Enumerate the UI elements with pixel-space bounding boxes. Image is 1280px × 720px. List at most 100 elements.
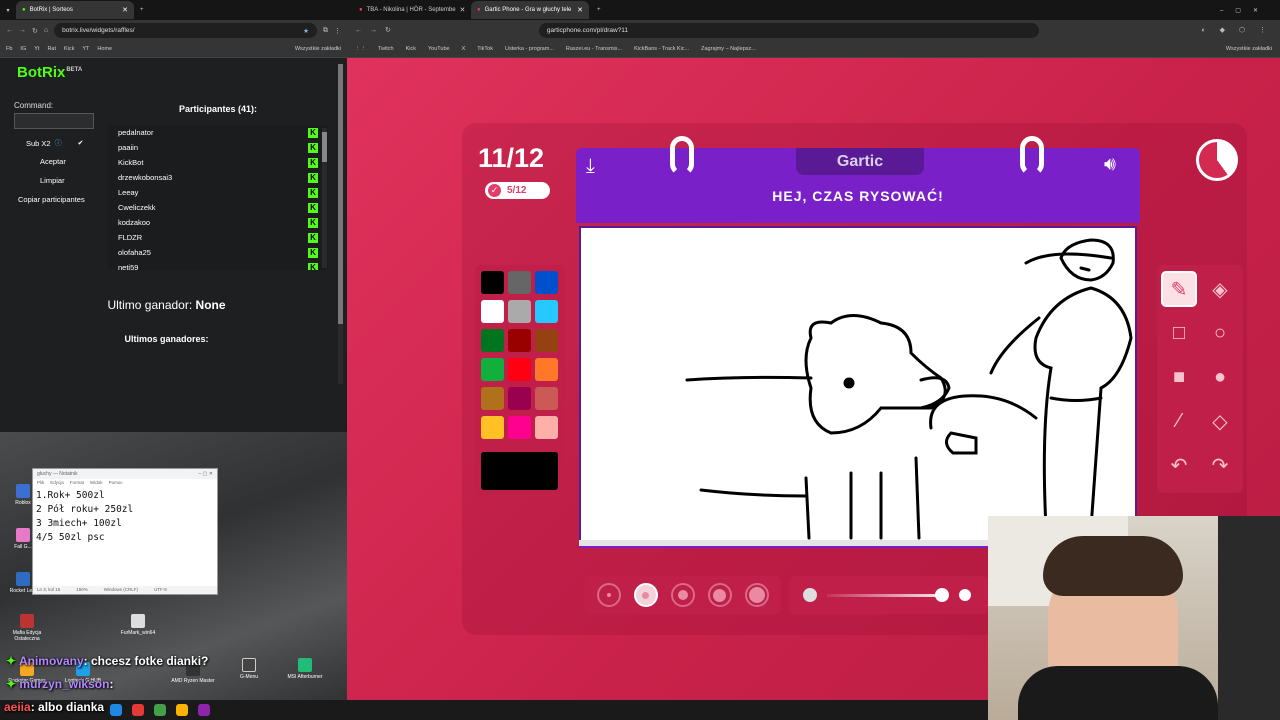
notepad-window-controls[interactable]: – ▢ ✕ [199, 471, 213, 477]
volume-icon[interactable]: 🔊︎ [1104, 154, 1116, 176]
stroke-size-option[interactable] [744, 583, 769, 607]
color-swatch[interactable] [535, 358, 558, 381]
bookmark-star-icon[interactable]: ★ [303, 27, 309, 35]
color-swatch[interactable] [535, 271, 558, 294]
back-icon[interactable]: ← [355, 27, 362, 34]
sub-x2-checkbox[interactable]: ✔ [78, 139, 84, 147]
notepad-text[interactable]: 1.Rok+ 500zl 2 Pół roku+ 250zl 3 3miech+… [33, 487, 217, 547]
close-tab-icon[interactable]: ✕ [460, 6, 466, 14]
color-swatch[interactable] [481, 271, 504, 294]
bookmark-yt2[interactable]: YT [82, 46, 89, 52]
extension-icons[interactable]: ◐ ◆ ⬡ ⋮ [1201, 26, 1272, 34]
widget-scrollbar[interactable] [338, 64, 343, 384]
forward-icon[interactable]: → [370, 27, 377, 34]
rect-outline-icon[interactable]: □ [1161, 315, 1197, 351]
desktop-icon-fallguys[interactable]: Fall G... [0, 528, 46, 550]
participants-list[interactable]: pedalnator Kpaaiin K KickBot Kdrzewkobonsai3… [108, 125, 328, 270]
eraser-icon[interactable]: ◈ [1202, 271, 1238, 307]
copy-participants-button[interactable]: Copiar participantes [18, 195, 85, 204]
bookmark-youtube[interactable]: YouTube [428, 46, 450, 52]
bookmark-ig[interactable]: IG [20, 46, 26, 52]
tab-music[interactable]: ● TBA - Nikolina | HÖR - Septembe ✕ [353, 1, 471, 19]
left-url-bar[interactable]: botrix.live/widgets/raffles/ ★ [54, 23, 317, 38]
bookmark-usterka[interactable]: Usterka - program... [505, 46, 554, 52]
opacity-thumb[interactable] [957, 587, 973, 603]
color-swatch[interactable] [481, 329, 504, 352]
command-input[interactable] [14, 113, 94, 129]
stroke-size-option[interactable] [596, 583, 621, 607]
bookmark-twitch[interactable]: Twitch [378, 46, 394, 52]
color-swatch[interactable] [481, 416, 504, 439]
color-swatch[interactable] [508, 358, 531, 381]
bookmark-x[interactable]: X [462, 46, 466, 52]
opacity-slider[interactable] [789, 576, 989, 614]
color-swatch[interactable] [535, 300, 558, 323]
bookmark-raszei[interactable]: Raszei.eu - Transmis... [566, 46, 622, 52]
all-bookmarks[interactable]: Wszystkie zakładki [295, 46, 341, 52]
back-icon[interactable]: ← [6, 27, 13, 34]
undo-icon[interactable]: ↶ [1161, 447, 1197, 483]
desktop-icon-mafia[interactable]: Mafia Edycja Ostateczna [4, 614, 50, 642]
color-swatch[interactable] [508, 271, 531, 294]
tab-menu-icon[interactable]: ▾ [0, 7, 16, 14]
notepad-window[interactable]: głuchy — Notatnik – ▢ ✕ Plik Edycja Form… [32, 468, 218, 595]
tab-botrix[interactable]: ● BotRix | Sorteos ✕ [16, 1, 134, 19]
home-icon[interactable]: ⌂ [44, 27, 48, 34]
circle-filled-icon[interactable]: ● [1202, 359, 1238, 395]
taskbar-icon[interactable] [198, 704, 210, 716]
color-swatch[interactable] [535, 416, 558, 439]
redo-icon[interactable]: ↷ [1202, 447, 1238, 483]
color-swatch[interactable] [535, 329, 558, 352]
desktop-icon-gmenu[interactable]: G-Menu [226, 658, 272, 680]
desktop-icon-furmark[interactable]: FurMark_win64 [115, 614, 161, 636]
bookmark-kickbans[interactable]: KickBans - Track Kic... [634, 46, 689, 52]
menu-format[interactable]: Format [70, 480, 84, 486]
bookmark-zagrajmy[interactable]: Zagrajmy – Najlepsz... [701, 46, 756, 52]
color-swatch[interactable] [535, 387, 558, 410]
taskbar-icon[interactable] [132, 704, 144, 716]
color-swatch[interactable] [508, 387, 531, 410]
bookmark-kick[interactable]: Kick [406, 46, 416, 52]
new-tab-icon[interactable]: + [134, 7, 150, 13]
circle-outline-icon[interactable]: ○ [1202, 315, 1238, 351]
desktop-icon-roblox[interactable]: Roblox [0, 484, 46, 506]
taskbar-icon[interactable] [110, 704, 122, 716]
taskbar-icon[interactable] [176, 704, 188, 716]
bookmark-tiktok[interactable]: TikTok [477, 46, 493, 52]
accept-button[interactable]: Aceptar [40, 157, 66, 166]
bookmark-yt[interactable]: Yt [34, 46, 39, 52]
apps-icon[interactable]: ⋮⋮ [355, 46, 366, 52]
close-tab-icon[interactable]: ✕ [577, 6, 583, 14]
stroke-size-option[interactable] [707, 583, 732, 607]
pencil-icon[interactable]: ✎ [1161, 271, 1197, 307]
color-swatch[interactable] [508, 416, 531, 439]
color-swatch[interactable] [508, 300, 531, 323]
taskbar-icon[interactable] [154, 704, 166, 716]
new-tab-icon[interactable]: + [589, 7, 609, 13]
close-tab-icon[interactable]: ✕ [122, 6, 128, 14]
window-controls[interactable]: –▢✕ [1220, 7, 1280, 14]
reload-icon[interactable]: ↻ [385, 26, 391, 34]
bookmark-home[interactable]: Home [97, 46, 112, 52]
desktop-icon-rocketleague[interactable]: Rocket Le... [0, 572, 46, 594]
color-swatch[interactable] [508, 329, 531, 352]
participants-scrollbar[interactable] [322, 128, 327, 268]
reload-icon[interactable]: ↻ [32, 27, 38, 35]
line-icon[interactable]: ⁄ [1161, 403, 1197, 439]
color-swatch[interactable] [481, 358, 504, 381]
color-swatch[interactable] [481, 300, 504, 323]
all-bookmarks[interactable]: Wszystkie zakładki [1226, 46, 1272, 52]
stroke-size-option[interactable] [670, 583, 695, 607]
bookmark-fb[interactable]: Fb [6, 46, 12, 52]
rect-filled-icon[interactable]: ■ [1161, 359, 1197, 395]
forward-icon[interactable]: → [19, 27, 26, 34]
right-url-bar[interactable]: garticphone.com/pl/draw?11 [538, 22, 1039, 38]
color-swatch[interactable] [481, 387, 504, 410]
fill-icon[interactable]: ◇ [1202, 403, 1238, 439]
stroke-size-option[interactable] [633, 583, 658, 607]
menu-view[interactable]: Widok [90, 480, 103, 486]
bookmark-kick[interactable]: Kick [64, 46, 74, 52]
clear-button[interactable]: Limpiar [40, 176, 65, 185]
download-icon[interactable]: ⤓ [586, 155, 595, 178]
menu-help[interactable]: Pomoc [109, 480, 123, 486]
